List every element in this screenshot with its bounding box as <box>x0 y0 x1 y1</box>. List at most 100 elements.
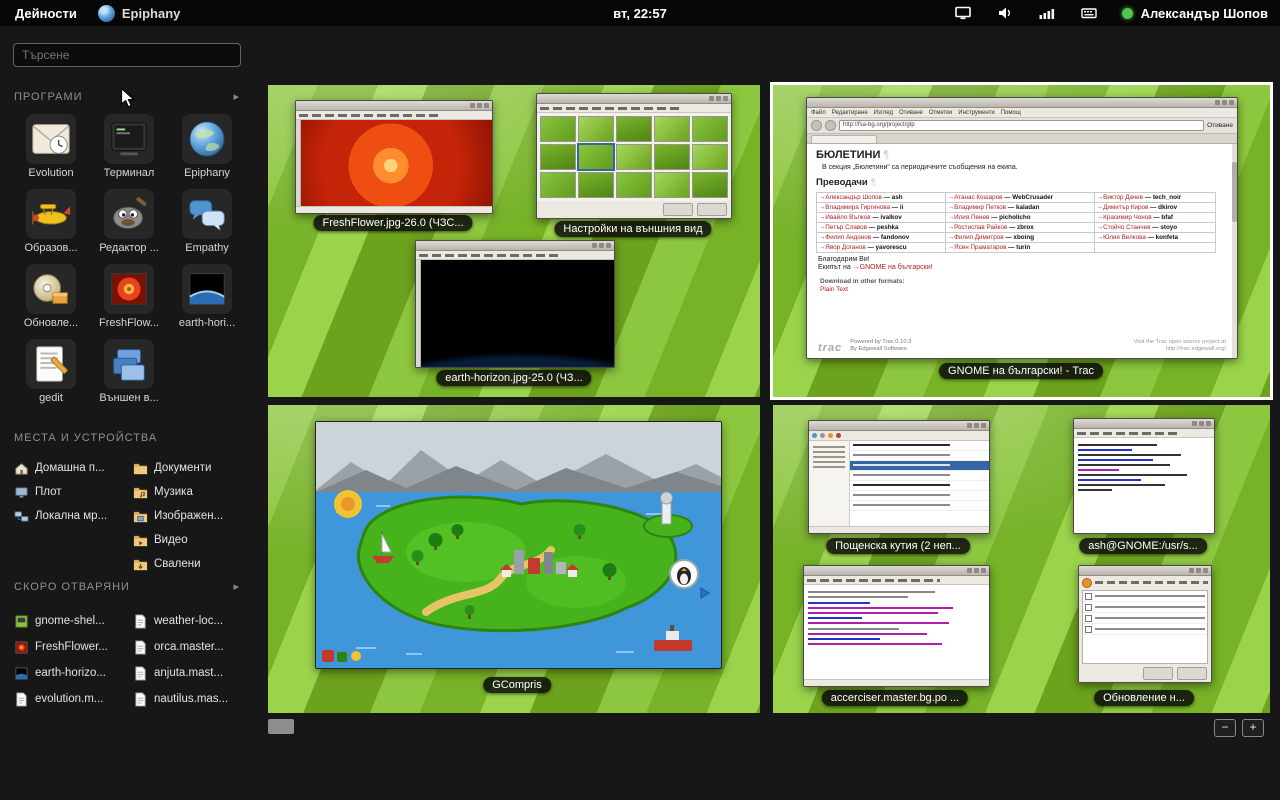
place-item-documents[interactable]: Документи <box>133 456 252 480</box>
place-item-downloads[interactable]: Свалени <box>133 552 252 576</box>
app-label: Редактор ... <box>99 242 159 254</box>
recent-item-anjuta[interactable]: anjuta.mast... <box>133 660 252 686</box>
translator-cell: →Красимир Чонов — bfaf <box>1094 213 1215 223</box>
volume-icon[interactable] <box>996 4 1014 22</box>
window-label-trac[interactable]: GNOME на български! - Trac <box>939 363 1103 379</box>
recent-column-2: weather-loc... orca.master... anjuta.mas… <box>133 608 252 712</box>
window-po-editor[interactable] <box>803 565 990 687</box>
place-item-music[interactable]: Музика <box>133 480 252 504</box>
earth-image <box>421 260 614 367</box>
add-workspace-button[interactable]: + <box>1242 719 1264 737</box>
status-dot <box>1122 8 1133 19</box>
document-file-icon <box>133 614 148 629</box>
gedit-icon <box>26 339 76 389</box>
clock[interactable]: вт, 22:57 <box>613 6 667 21</box>
menu-item: Отиване <box>899 110 923 116</box>
place-item-videos[interactable]: Видео <box>133 528 252 552</box>
sidebar: ПРОГРАМИ ▸ Evolution Терминал Epiphany <box>0 26 260 800</box>
keyboard-icon[interactable] <box>1080 4 1098 22</box>
window-label-earth[interactable]: earth-horizon.jpg-25.0 (ЧЗ... <box>436 370 591 386</box>
go-button: Отиване <box>1207 122 1233 129</box>
button-row <box>537 201 731 218</box>
network-signal-icon[interactable] <box>1038 4 1056 22</box>
translator-cell: →Илия Пенев — picholicho <box>945 213 1094 223</box>
workspace-3[interactable]: GCompris <box>268 405 760 713</box>
focused-app-indicator[interactable]: Epiphany <box>98 5 181 22</box>
recent-item-nautilus[interactable]: nautilus.mas... <box>133 686 252 712</box>
window-terminal[interactable] <box>1073 418 1215 534</box>
app-item-gimp[interactable]: Редактор ... <box>90 185 168 258</box>
app-item-epiphany[interactable]: Epiphany <box>168 110 246 183</box>
gimp-icon <box>104 189 154 239</box>
app-grid: Evolution Терминал Epiphany Образов... Р… <box>12 110 250 408</box>
display-icon[interactable] <box>954 4 972 22</box>
workspace-1[interactable]: FreshFlower.jpg-26.0 (ЧЗС... Настройки н… <box>268 85 760 397</box>
window-label-update[interactable]: Обновление н... <box>1094 690 1194 706</box>
recent-label: weather-loc... <box>154 615 223 627</box>
window-label-mail[interactable]: Пощенска кутия (2 неп... <box>826 538 970 554</box>
recent-item-earth-horizon[interactable]: earth-horizo... <box>14 660 133 686</box>
app-item-terminal[interactable]: Терминал <box>90 110 168 183</box>
app-item-gedit[interactable]: gedit <box>12 335 90 408</box>
window-freshflower-gimp[interactable] <box>295 100 493 214</box>
search-input[interactable] <box>13 43 241 67</box>
window-label-gcompris[interactable]: GCompris <box>483 677 551 693</box>
workspace-pager-handle[interactable] <box>268 719 294 734</box>
app-label: gedit <box>39 392 63 404</box>
app-item-evolution[interactable]: Evolution <box>12 110 90 183</box>
browser-toolbar: http://fsa-bg.org/project/gtp Отиване <box>807 118 1237 134</box>
recent-label: anjuta.mast... <box>154 667 223 679</box>
place-item-network[interactable]: Локална мр... <box>14 504 133 528</box>
folder-music-icon <box>133 485 148 500</box>
workspace-4[interactable]: Пощенска кутия (2 неп... ash@GNOME:/usr/… <box>773 405 1270 713</box>
statusbar <box>804 679 989 686</box>
place-item-desktop[interactable]: Плот <box>14 480 133 504</box>
app-item-earth[interactable]: earth-hori... <box>168 260 246 333</box>
window-label-po[interactable]: accerciser.master.bg.po ... <box>822 690 968 706</box>
programs-header-label: ПРОГРАМИ <box>14 91 83 103</box>
recent-item-weather-loc[interactable]: weather-loc... <box>133 608 252 634</box>
recent-item-freshflower[interactable]: FreshFlower... <box>14 634 133 660</box>
window-appearance-settings[interactable] <box>536 93 732 219</box>
translator-cell: →Владимира Гиргинова — ii <box>817 203 946 213</box>
place-label: Документи <box>154 462 211 474</box>
terminal-output <box>1074 438 1214 533</box>
recent-item-evolution-file[interactable]: evolution.m... <box>14 686 133 712</box>
download-label: Download in other formats: <box>820 278 1228 285</box>
translator-cell: →Ясен Праматаров — turin <box>945 243 1094 253</box>
window-label-freshflower[interactable]: FreshFlower.jpg-26.0 (ЧЗС... <box>313 215 472 231</box>
window-evolution-mail[interactable] <box>808 420 990 534</box>
window-label-appearance[interactable]: Настройки на външния вид <box>554 221 711 237</box>
window-earth-gimp[interactable] <box>415 240 615 368</box>
window-label-terminal[interactable]: ash@GNOME:/usr/s... <box>1079 538 1207 554</box>
translator-cell: →Ивайло Вълков — ivalkov <box>817 213 946 223</box>
window-update-manager[interactable] <box>1078 565 1212 683</box>
wallpaper-grid <box>537 113 731 201</box>
evolution-icon <box>26 114 76 164</box>
recent-item-gnome-shell[interactable]: gnome-shel... <box>14 608 133 634</box>
user-menu[interactable]: Александър Шопов <box>1122 6 1268 21</box>
app-item-freshflower[interactable]: FreshFlow... <box>90 260 168 333</box>
workspace-2-active[interactable]: Файл Редактиране Изглед Отиване Отметки … <box>773 85 1270 397</box>
remove-workspace-button[interactable]: − <box>1214 719 1236 737</box>
home-icon <box>14 461 29 476</box>
place-item-pictures[interactable]: Изображен... <box>133 504 252 528</box>
window-gcompris[interactable] <box>315 421 722 669</box>
recent-item-orca[interactable]: orca.master... <box>133 634 252 660</box>
recent-expand-arrow[interactable]: ▸ <box>233 580 240 593</box>
recent-label: orca.master... <box>154 641 224 653</box>
software-update-icon <box>26 264 76 314</box>
place-item-home[interactable]: Домашна п... <box>14 456 133 480</box>
programs-expand-arrow[interactable]: ▸ <box>233 90 240 103</box>
update-icon <box>1082 578 1092 588</box>
app-item-gcompris[interactable]: Образов... <box>12 185 90 258</box>
statusbar <box>296 206 492 213</box>
app-item-empathy[interactable]: Empathy <box>168 185 246 258</box>
recent-column-1: gnome-shel... FreshFlower... earth-horiz… <box>14 608 133 712</box>
app-item-updates[interactable]: Обновле... <box>12 260 90 333</box>
activities-button[interactable]: Дейности <box>0 0 92 26</box>
trac-footer: trac Powered by Trac 0.10.3By Edgewall S… <box>816 334 1228 355</box>
window-epiphany-trac[interactable]: Файл Редактиране Изглед Отиване Отметки … <box>806 97 1238 359</box>
app-item-appearance[interactable]: Външен в... <box>90 335 168 408</box>
titlebar <box>1074 419 1214 429</box>
